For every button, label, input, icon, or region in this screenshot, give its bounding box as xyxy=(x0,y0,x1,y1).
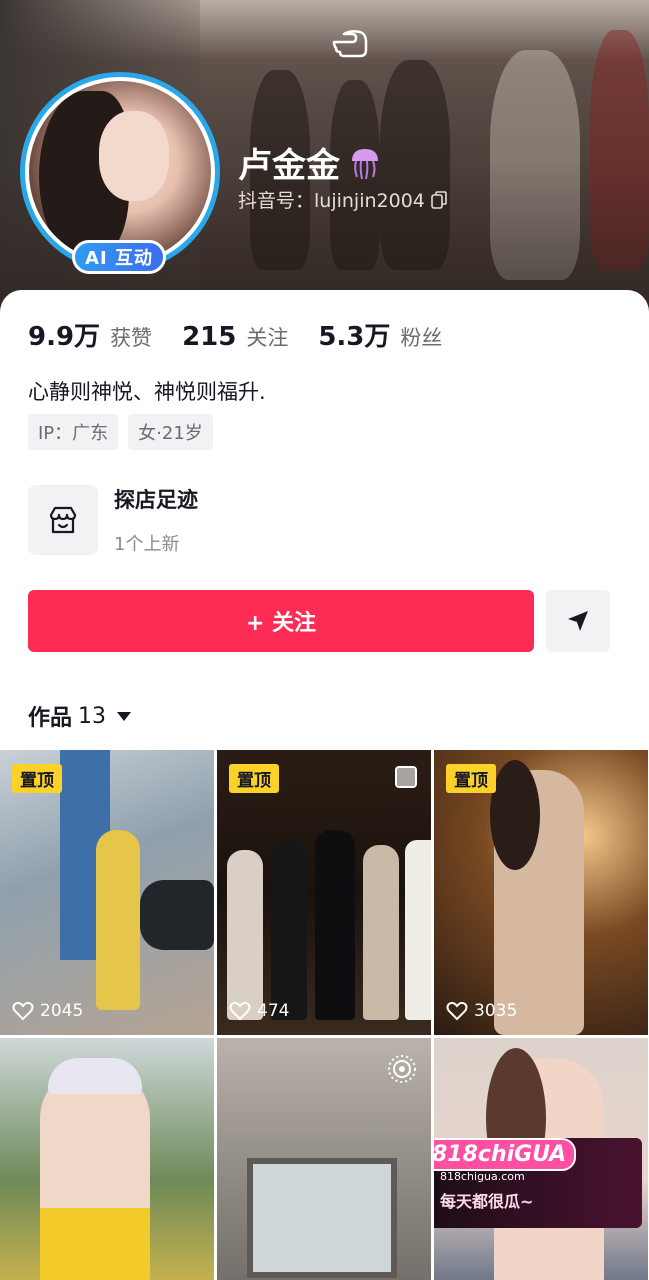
thumb-figure xyxy=(227,850,263,1020)
like-count: 474 xyxy=(229,1001,289,1021)
thumb-figure xyxy=(363,845,399,1020)
like-count: 3035 xyxy=(446,1001,517,1021)
shop-text: 探店足迹 1个上新 xyxy=(114,484,198,556)
follow-button[interactable]: + 关注 xyxy=(28,590,534,652)
store-icon xyxy=(49,506,77,534)
shop-icon-box xyxy=(28,485,98,555)
profile-card: 9.9万 获赞 215 关注 5.3万 粉丝 心静则神悦、神悦则福升. IP：广… xyxy=(0,290,649,1280)
works-count: 13 xyxy=(78,703,107,729)
ai-interaction-badge[interactable]: AI 互动 xyxy=(72,240,166,274)
profile-header-background: AI 互动 卢金金 抖音号：lujinjin2004 xyxy=(0,0,649,320)
works-tab[interactable]: 作品 13 xyxy=(28,700,132,732)
stats-row: 9.9万 获赞 215 关注 5.3万 粉丝 xyxy=(28,316,472,353)
stat-label: 粉丝 xyxy=(400,326,443,350)
video-thumbnail[interactable]: 818chiGUA 818chigua.com 每天都很瓜~ xyxy=(434,1038,648,1280)
like-count-value: 2045 xyxy=(40,1001,84,1021)
stat-likes[interactable]: 9.9万 获赞 xyxy=(28,316,152,353)
stat-value: 9.9万 xyxy=(28,322,101,352)
video-thumbnail[interactable] xyxy=(217,1038,431,1280)
shop-title: 探店足迹 xyxy=(114,488,198,512)
like-count-value: 474 xyxy=(257,1001,290,1021)
avatar-image xyxy=(25,77,215,267)
copy-icon[interactable] xyxy=(431,190,447,209)
thumb-figure xyxy=(405,840,431,1020)
like-count-value: 3035 xyxy=(474,1001,518,1021)
pinned-badge: 置顶 xyxy=(229,764,279,793)
send-arrow-icon xyxy=(568,611,588,631)
profile-tags: IP：广东 女·21岁 xyxy=(28,414,213,450)
stat-followers[interactable]: 5.3万 粉丝 xyxy=(318,316,442,353)
heart-icon xyxy=(12,1001,34,1021)
tag-gender-age: 女·21岁 xyxy=(128,414,213,450)
thumb-top xyxy=(40,1208,150,1280)
douyin-id-row[interactable]: 抖音号：lujinjin2004 xyxy=(238,186,447,213)
works-label: 作品 xyxy=(28,706,73,731)
jellyfish-icon xyxy=(352,148,378,179)
live-photo-icon xyxy=(388,1055,416,1083)
stat-value: 215 xyxy=(182,322,237,352)
pinned-badge: 置顶 xyxy=(446,764,496,793)
ad-url: 818chigua.com xyxy=(440,1170,525,1183)
stat-label: 获赞 xyxy=(110,326,153,350)
heart-icon xyxy=(446,1001,468,1021)
ad-logo: 818chiGUA xyxy=(434,1138,577,1171)
avatar-face xyxy=(99,111,169,201)
pointing-hand-icon xyxy=(332,30,368,58)
shop-visits-entry[interactable]: 探店足迹 1个上新 xyxy=(28,484,198,556)
heart-icon xyxy=(229,1001,251,1021)
ad-banner[interactable]: 818chiGUA 818chigua.com 每天都很瓜~ xyxy=(434,1138,642,1228)
video-thumbnail[interactable] xyxy=(0,1038,214,1280)
douyin-id: 抖音号：lujinjin2004 xyxy=(238,190,425,212)
thumb-hair xyxy=(490,760,540,870)
thumb-figure xyxy=(96,830,140,1010)
thumb-figure xyxy=(271,840,307,1020)
profile-bio: 心静则神悦、神悦则福升. xyxy=(28,380,266,404)
profile-username: 卢金金 xyxy=(238,146,340,186)
video-thumbnail[interactable]: 置顶 3035 xyxy=(434,750,648,1035)
caret-down-icon xyxy=(117,712,132,721)
shop-subtitle: 1个上新 xyxy=(114,534,180,555)
send-message-button[interactable] xyxy=(546,590,610,652)
pinned-badge: 置顶 xyxy=(12,764,62,793)
thumb-visor xyxy=(48,1058,142,1094)
video-thumbnail[interactable]: 置顶 2045 xyxy=(0,750,214,1035)
ad-slogan: 每天都很瓜~ xyxy=(440,1192,534,1211)
tag-ip-location: IP：广东 xyxy=(28,414,119,450)
profile-name-row: 卢金金 xyxy=(238,138,382,187)
video-thumbnail[interactable]: 置顶 474 xyxy=(217,750,431,1035)
thumb-window xyxy=(247,1158,397,1278)
stat-label: 关注 xyxy=(246,326,289,350)
thumb-figure xyxy=(315,830,355,1020)
checkbox-icon[interactable] xyxy=(395,766,417,788)
thumb-car xyxy=(140,880,214,950)
stat-following[interactable]: 215 关注 xyxy=(182,322,288,352)
like-count: 2045 xyxy=(12,1001,83,1021)
stat-value: 5.3万 xyxy=(318,322,391,352)
